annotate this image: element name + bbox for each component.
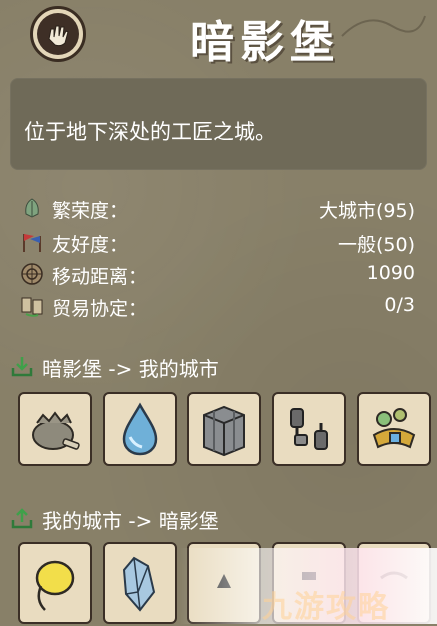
stat-label: 友好度：: [52, 234, 129, 256]
leaf-icon: [25, 198, 39, 218]
stat-label: 移动距离：: [52, 266, 148, 288]
import-slot-dumbbell[interactable]: [272, 392, 346, 466]
stat-distance: 移动距离： 1090: [20, 262, 415, 292]
import-slot-water[interactable]: [103, 392, 177, 466]
export-slot-crystal[interactable]: [103, 542, 177, 624]
import-slot-bag[interactable]: [18, 392, 92, 466]
stat-value: 大城市(95): [318, 200, 415, 222]
import-slot-crate[interactable]: [187, 392, 261, 466]
export-slot-yellow-drop[interactable]: [18, 542, 92, 624]
upload-icon: [11, 508, 33, 529]
stat-label: 贸易协定：: [52, 298, 148, 320]
trade-icon: [21, 297, 43, 317]
title-bar: 暗影堡: [0, 0, 437, 72]
page-title: 暗影堡: [190, 17, 340, 68]
jewelry-icon: [372, 408, 416, 449]
section-title-text: 我的城市 -> 暗影堡: [42, 509, 219, 533]
stat-friendliness: 友好度： 一般(50): [20, 230, 415, 260]
import-slot-jewelry[interactable]: [357, 392, 431, 466]
decorative-swirl-icon: [341, 15, 426, 37]
watermark-text: 九游攻略: [262, 590, 390, 625]
crystal-icon: [122, 556, 156, 612]
water-drop-icon: [122, 402, 158, 456]
yellow-drop-icon: [35, 560, 75, 611]
compass-icon: [21, 263, 43, 285]
stat-value: 1090: [366, 262, 415, 284]
download-icon: [11, 357, 33, 377]
hand-icon: [37, 13, 79, 55]
city-description: 位于地下深处的工匠之城。: [24, 120, 276, 144]
stat-value: 一般(50): [337, 234, 415, 256]
description-panel: 位于地下深处的工匠之城。: [10, 78, 427, 170]
section-title-text: 暗影堡 -> 我的城市: [42, 357, 219, 381]
city-emblem[interactable]: [30, 6, 86, 62]
stat-value: 0/3: [384, 294, 415, 316]
stat-trade-agreement: 贸易协定： 0/3: [20, 294, 415, 324]
dumbbell-icon: [290, 408, 328, 450]
crate-icon: [203, 405, 245, 457]
stat-label: 繁荣度：: [52, 200, 129, 222]
stat-prosperity: 繁荣度： 大城市(95): [20, 196, 415, 226]
bag-icon: [32, 411, 80, 450]
flags-icon: [23, 234, 41, 252]
